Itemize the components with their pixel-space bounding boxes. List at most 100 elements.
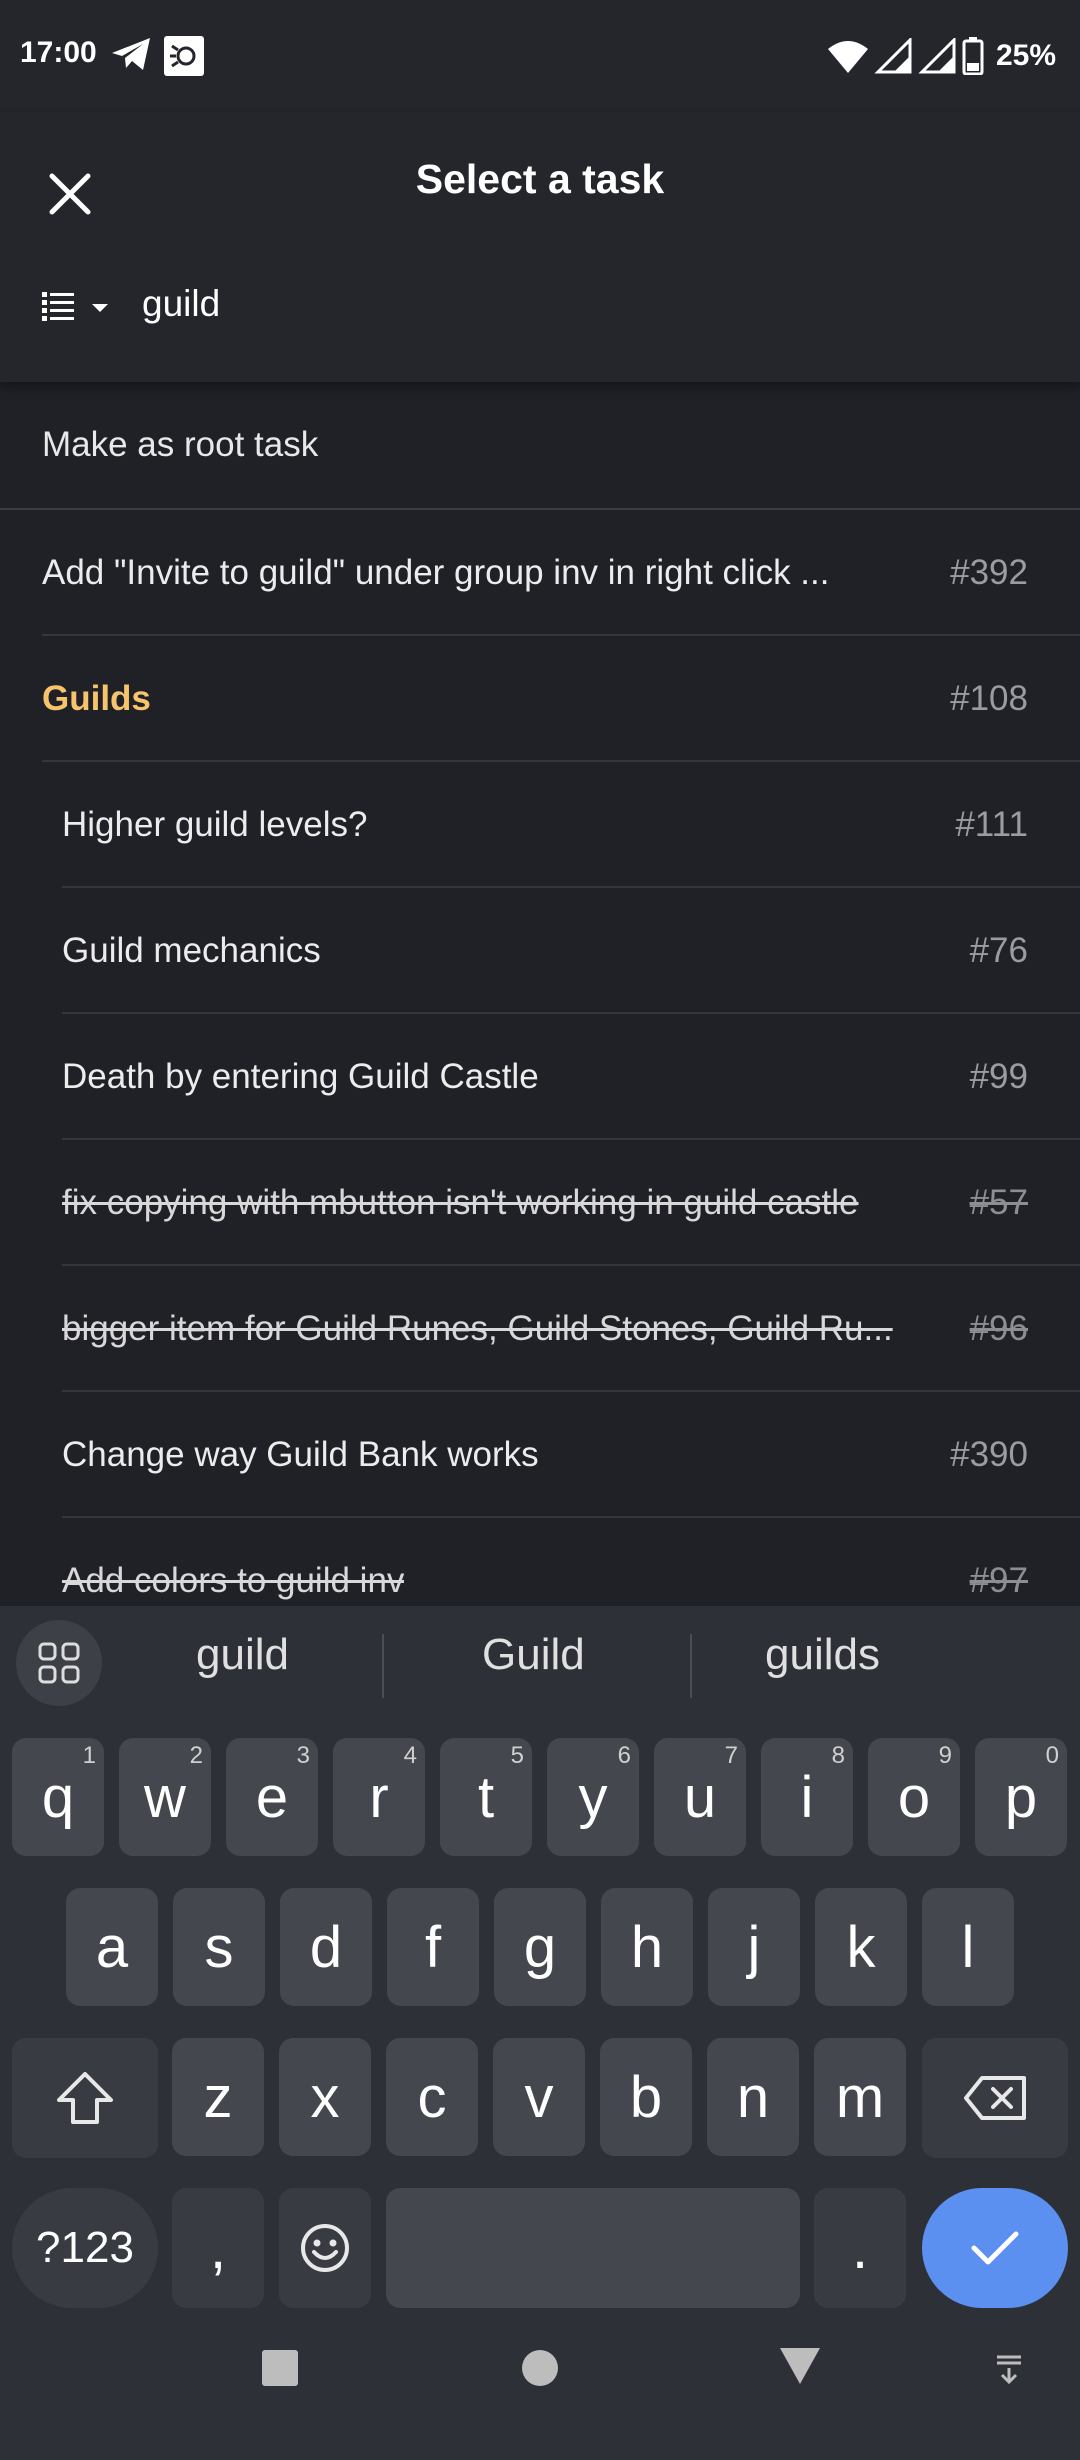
suggestion-divider: [382, 1634, 384, 1698]
task-row[interactable]: Guilds #108: [0, 636, 1080, 762]
shift-key[interactable]: [12, 2038, 158, 2158]
letter-key[interactable]: t5: [440, 1738, 532, 1856]
task-list: Make as root task Add "Invite to guild" …: [0, 382, 1080, 1644]
signal-3g-icon: [918, 38, 956, 74]
list-filter-icon[interactable]: [38, 284, 118, 330]
letter-key[interactable]: s: [173, 1888, 265, 2006]
letter-key[interactable]: q1: [12, 1738, 104, 1856]
backspace-icon: [964, 2076, 1026, 2120]
status-icons: 25%: [827, 36, 1056, 76]
emoji-icon: [301, 2224, 349, 2272]
key-hint: 9: [938, 1742, 952, 1769]
task-row[interactable]: Death by entering Guild Castle #99: [0, 1014, 1080, 1140]
letter-key[interactable]: g: [494, 1888, 586, 2006]
task-number: #57: [969, 1183, 1028, 1222]
key-label: q: [41, 1764, 75, 1830]
checkmark-icon: [971, 2231, 1019, 2265]
task-title: fix copying with mbutton isn't working i…: [62, 1183, 859, 1222]
keyboard-apps-button[interactable]: [16, 1620, 102, 1706]
letter-key[interactable]: a: [66, 1888, 158, 2006]
letter-key[interactable]: d: [280, 1888, 372, 2006]
task-title: Death by entering Guild Castle: [62, 1057, 539, 1096]
key-hint: 2: [189, 1742, 203, 1769]
letter-key[interactable]: r4: [333, 1738, 425, 1856]
shift-icon: [57, 2072, 113, 2124]
task-number: #76: [969, 931, 1028, 970]
task-row[interactable]: Guild mechanics #76: [0, 888, 1080, 1014]
letter-key[interactable]: w2: [119, 1738, 211, 1856]
task-number: #392: [950, 553, 1028, 592]
make-root-task-item[interactable]: Make as root task: [0, 382, 1080, 510]
task-row[interactable]: Change way Guild Bank works #390: [0, 1392, 1080, 1518]
period-key[interactable]: .: [814, 2188, 906, 2308]
letter-key[interactable]: o9: [868, 1738, 960, 1856]
key-label: b: [629, 2064, 663, 2130]
key-label: s: [204, 1914, 234, 1980]
task-row[interactable]: Add "Invite to guild" under group inv in…: [0, 510, 1080, 636]
task-row[interactable]: bigger item for Guild Runes, Guild Stone…: [0, 1266, 1080, 1392]
task-title: Add colors to guild inv: [62, 1561, 405, 1600]
task-number: #99: [969, 1057, 1028, 1096]
task-number: #96: [969, 1309, 1028, 1348]
task-number: #390: [950, 1435, 1028, 1474]
back-icon[interactable]: [778, 2346, 822, 2386]
enter-key[interactable]: [922, 2188, 1068, 2308]
letter-key[interactable]: p0: [975, 1738, 1067, 1856]
key-label: w: [144, 1764, 186, 1830]
key-label: r: [369, 1764, 389, 1830]
letter-key[interactable]: i8: [761, 1738, 853, 1856]
letter-key[interactable]: h: [601, 1888, 693, 2006]
letter-key[interactable]: e3: [226, 1738, 318, 1856]
search-input[interactable]: [142, 274, 1022, 334]
key-hint: 4: [403, 1742, 417, 1769]
suggestion-3[interactable]: guilds: [765, 1630, 880, 1680]
make-root-task-label: Make as root task: [42, 425, 319, 464]
space-key[interactable]: [386, 2188, 800, 2308]
suggestion-1[interactable]: guild: [196, 1630, 289, 1680]
page-title: Select a task: [415, 156, 665, 202]
comma-key[interactable]: ,: [172, 2188, 264, 2308]
status-bar: 17:00 25%: [0, 0, 1080, 112]
suggestion-2[interactable]: Guild: [482, 1630, 585, 1680]
status-time: 17:00: [20, 36, 97, 69]
backspace-key[interactable]: [922, 2038, 1068, 2158]
task-row[interactable]: Higher guild levels? #111: [0, 762, 1080, 888]
key-label: i: [800, 1764, 814, 1830]
letter-key[interactable]: j: [708, 1888, 800, 2006]
letter-key[interactable]: u7: [654, 1738, 746, 1856]
key-hint: 3: [296, 1742, 310, 1769]
recents-icon[interactable]: [260, 2348, 300, 2388]
task-title: Guilds: [42, 679, 151, 718]
letter-key[interactable]: z: [172, 2038, 264, 2156]
letter-key[interactable]: n: [707, 2038, 799, 2156]
task-number: #97: [969, 1561, 1028, 1600]
key-label: y: [578, 1764, 608, 1830]
task-title: Change way Guild Bank works: [62, 1435, 539, 1474]
signal-5g-icon: [874, 38, 912, 74]
keyboard-hide-icon[interactable]: [994, 2354, 1024, 2386]
key-hint: 1: [82, 1742, 96, 1769]
letter-key[interactable]: b: [600, 2038, 692, 2156]
key-label: o: [897, 1764, 931, 1830]
key-label: u: [683, 1764, 717, 1830]
letter-key[interactable]: x: [279, 2038, 371, 2156]
letter-key[interactable]: v: [493, 2038, 585, 2156]
symbols-key[interactable]: ?123: [12, 2188, 158, 2308]
key-label: n: [736, 2064, 770, 2130]
task-row[interactable]: fix copying with mbutton isn't working i…: [0, 1140, 1080, 1266]
letter-key[interactable]: l: [922, 1888, 1014, 2006]
task-number: #111: [955, 805, 1028, 844]
task-title: Add "Invite to guild" under group inv in…: [42, 553, 830, 592]
key-label: t: [477, 1764, 495, 1830]
emoji-key[interactable]: [279, 2188, 371, 2308]
letter-key[interactable]: k: [815, 1888, 907, 2006]
key-label: g: [523, 1914, 557, 1980]
letter-key[interactable]: m: [814, 2038, 906, 2156]
letter-key[interactable]: f: [387, 1888, 479, 2006]
letter-key[interactable]: y6: [547, 1738, 639, 1856]
home-icon[interactable]: [520, 2348, 560, 2388]
letter-key[interactable]: c: [386, 2038, 478, 2156]
battery-percent: 25%: [995, 39, 1056, 72]
key-label: e: [255, 1764, 289, 1830]
wifi-icon: [827, 41, 868, 73]
